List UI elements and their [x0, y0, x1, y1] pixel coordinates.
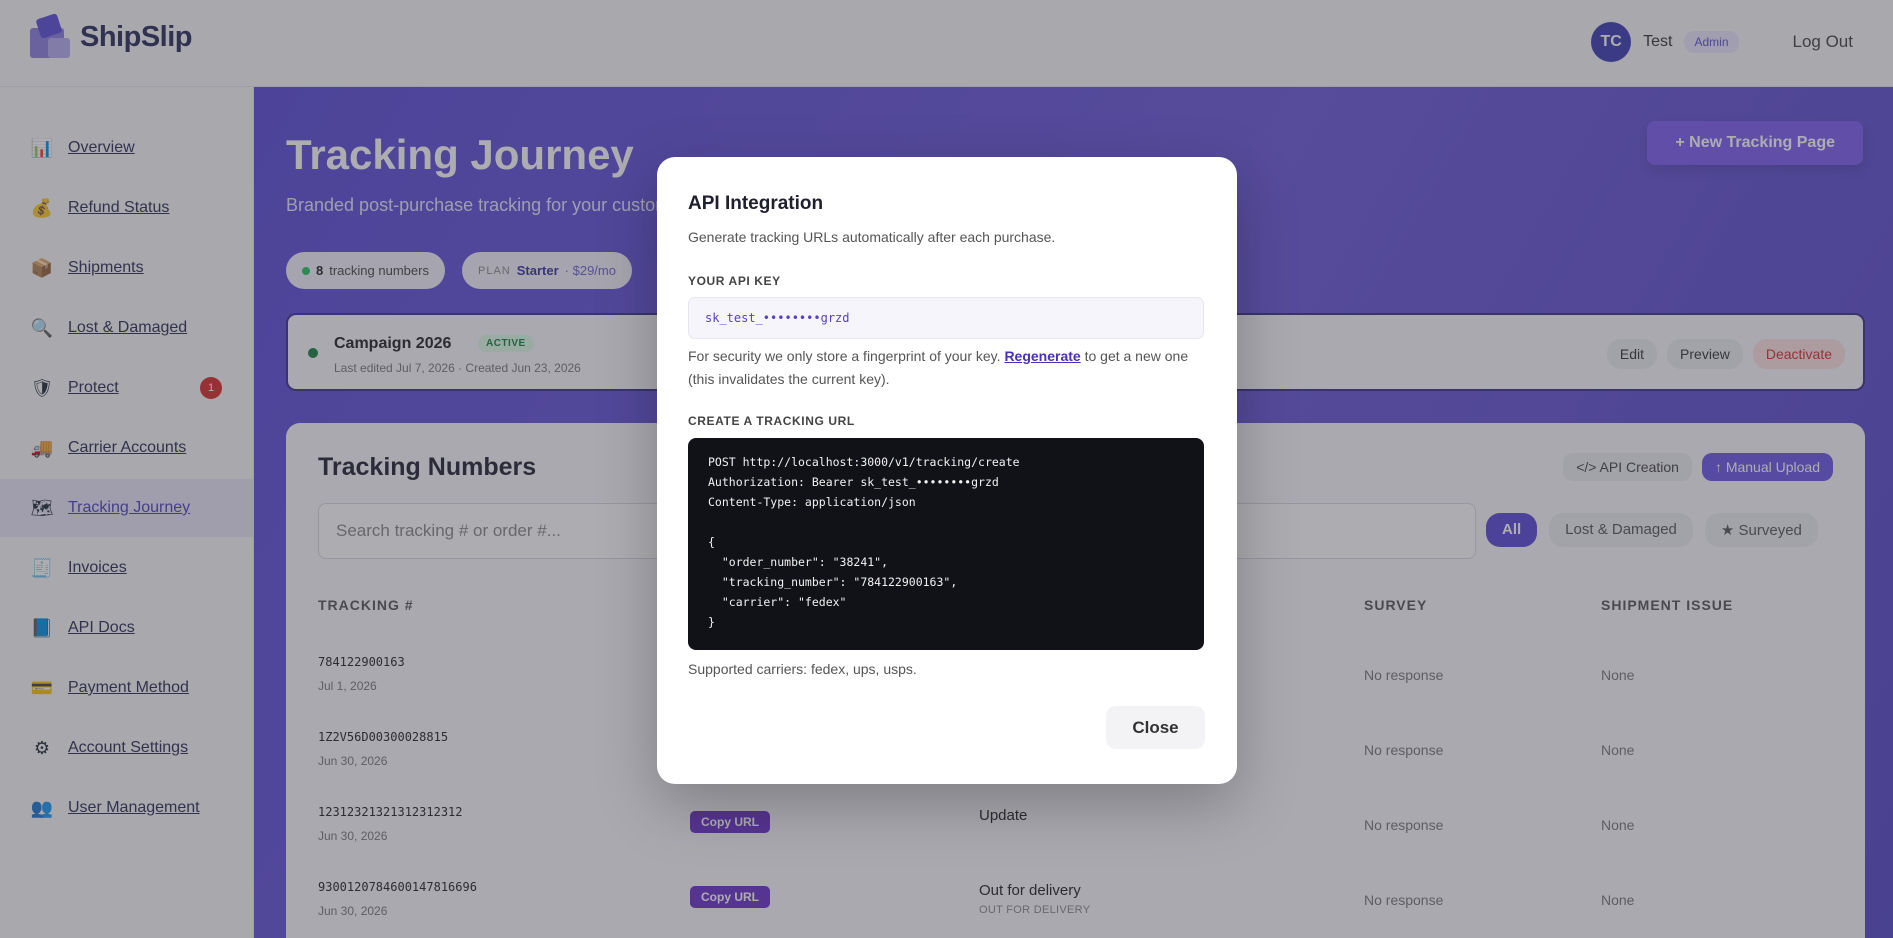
api-integration-modal: API Integration Generate tracking URLs a… — [657, 157, 1237, 784]
modal-subtitle: Generate tracking URLs automatically aft… — [688, 229, 1056, 245]
code-snippet[interactable]: POST http://localhost:3000/v1/tracking/c… — [688, 438, 1204, 650]
supported-carriers: Supported carriers: fedex, ups, usps. — [688, 661, 917, 677]
modal-title: API Integration — [688, 193, 824, 214]
api-key-label: YOUR API KEY — [688, 274, 781, 288]
modal-backdrop[interactable]: API Integration Generate tracking URLs a… — [0, 0, 1893, 938]
security-note-prefix: For security we only store a fingerprint… — [688, 348, 1001, 364]
close-button[interactable]: Close — [1106, 706, 1205, 749]
api-key-field[interactable]: sk_test_••••••••grzd — [688, 297, 1204, 339]
security-note: For security we only store a fingerprint… — [688, 345, 1208, 391]
regenerate-link[interactable]: Regenerate — [1004, 348, 1080, 364]
create-url-label: CREATE A TRACKING URL — [688, 414, 855, 428]
